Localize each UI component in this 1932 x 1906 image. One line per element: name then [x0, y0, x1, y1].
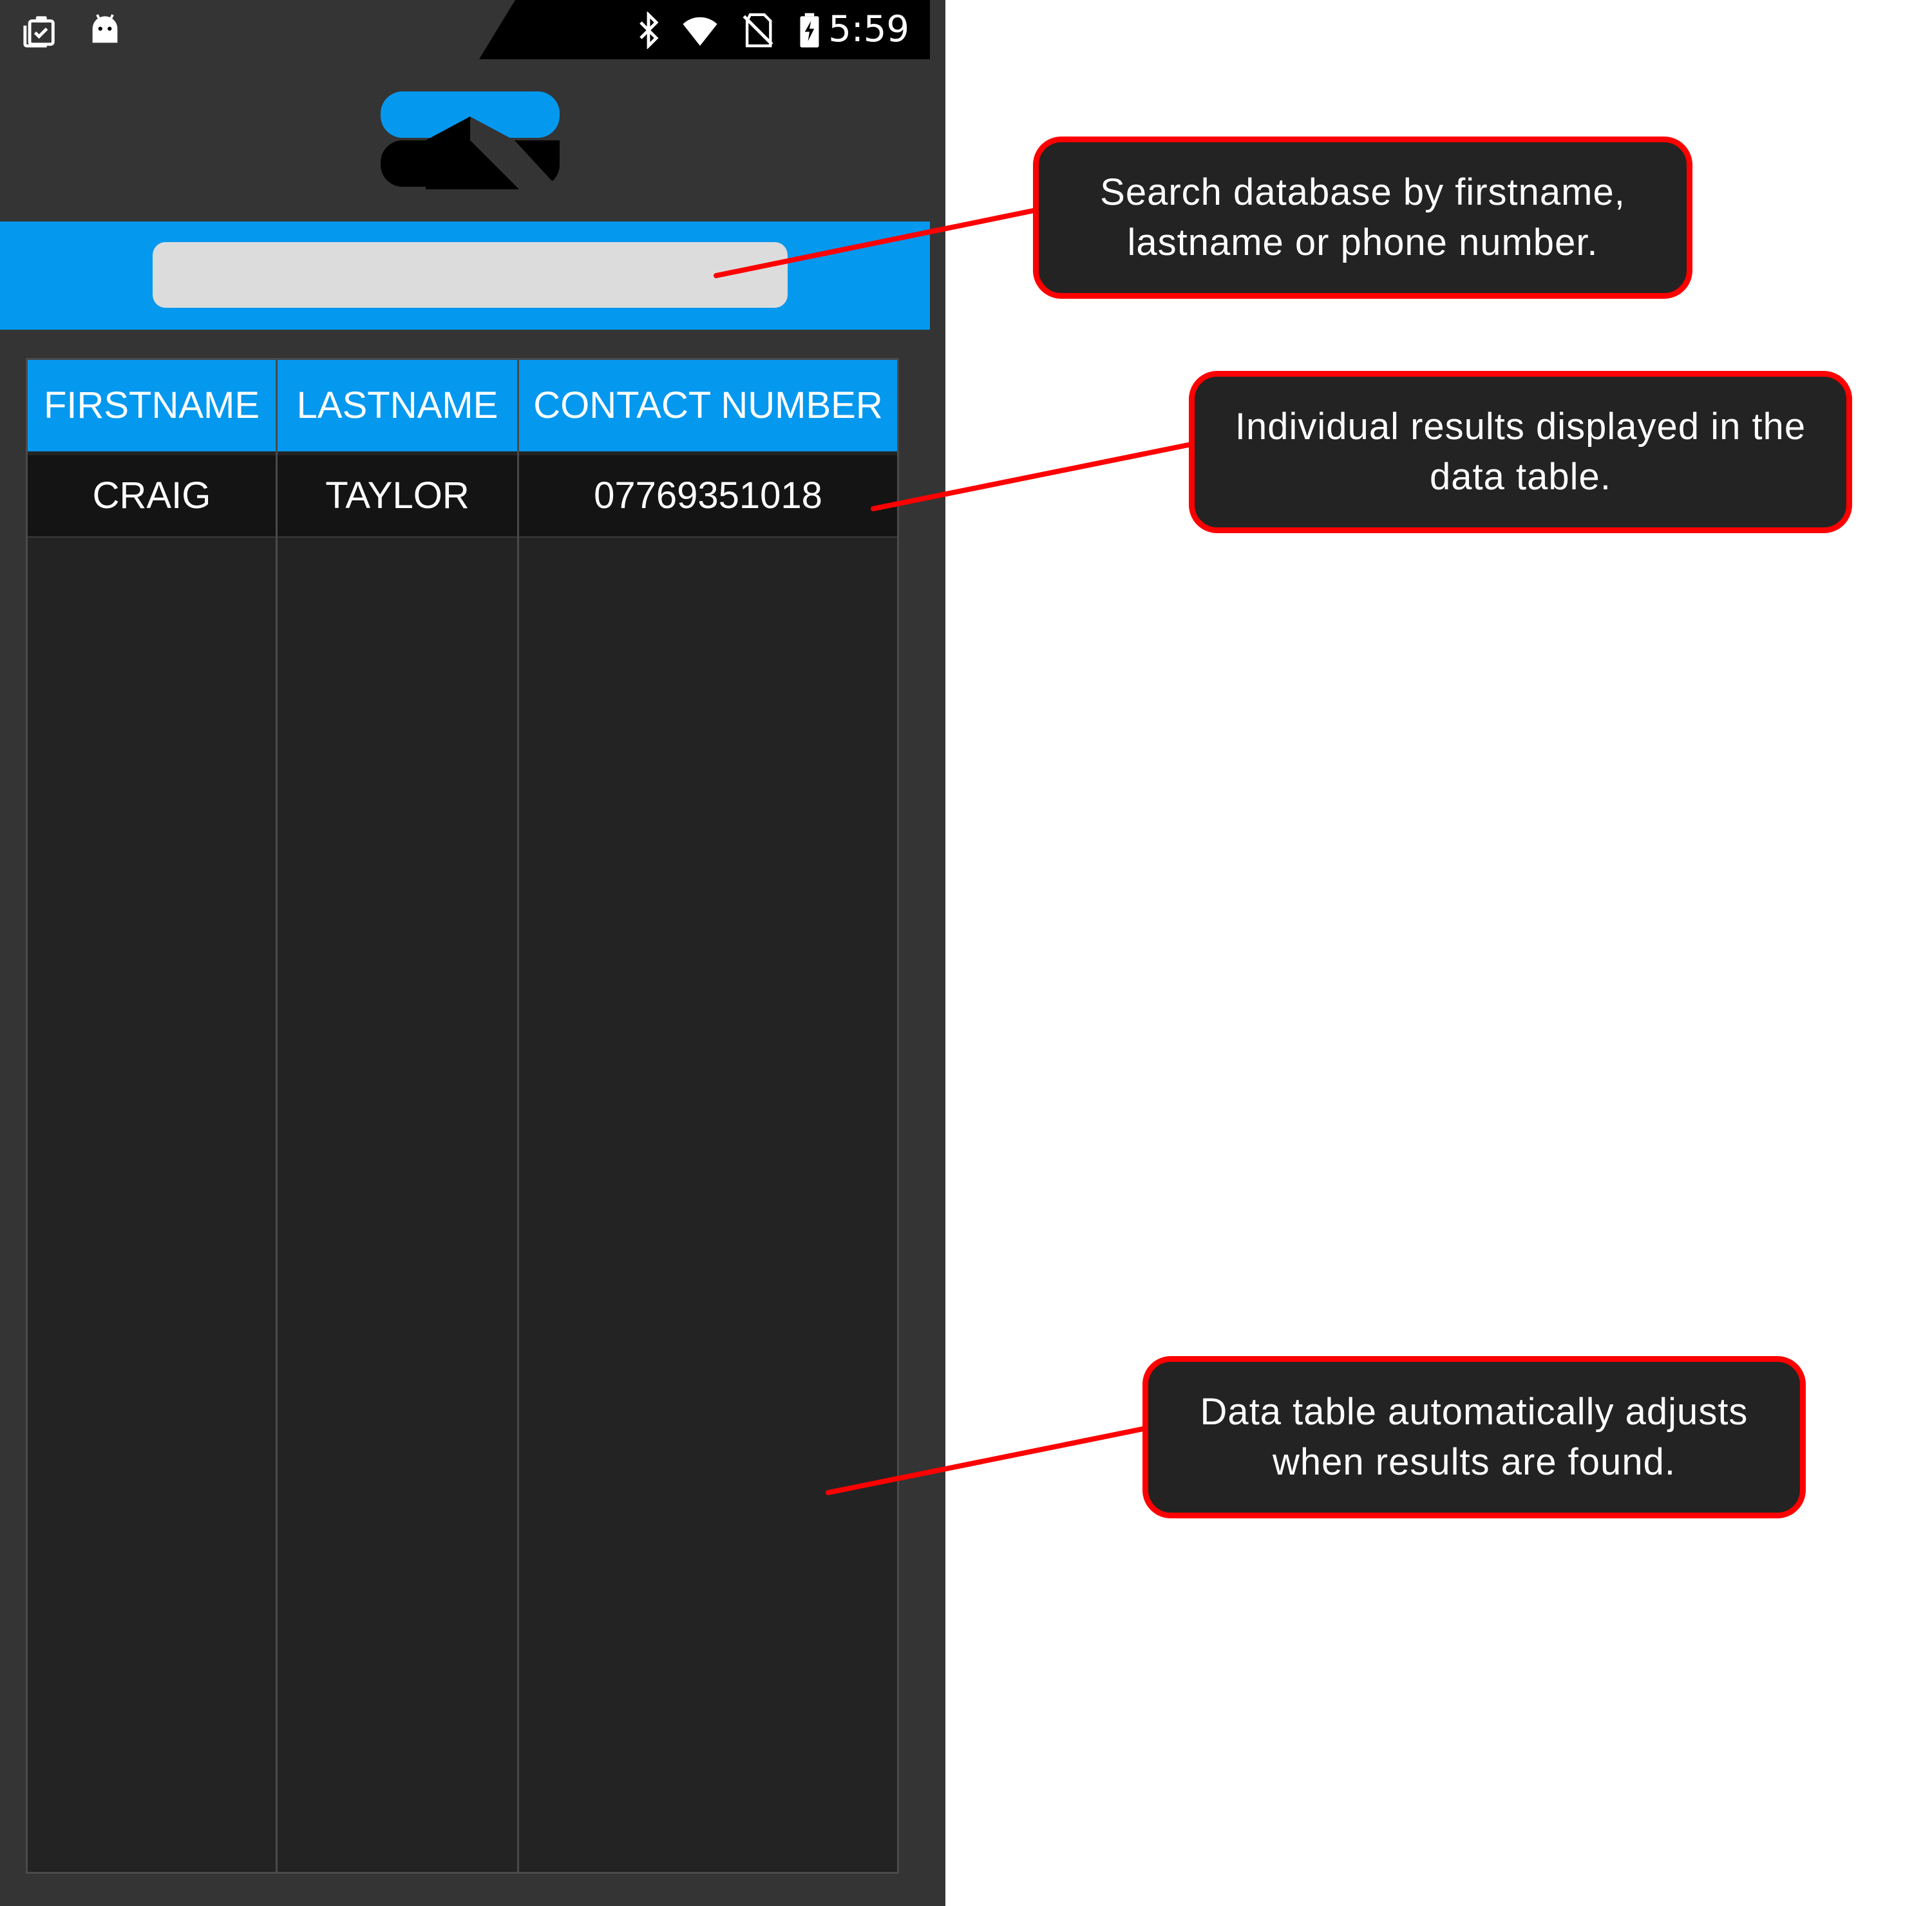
android-icon	[92, 14, 118, 43]
data-table: FIRSTNAME LASTNAME CONTACT NUMBER CRAIG …	[26, 358, 899, 1874]
column-header-contact-number[interactable]: CONTACT NUMBER	[519, 360, 897, 451]
battery-charging-icon	[800, 13, 819, 48]
wifi-icon	[683, 17, 717, 46]
column-header-lastname[interactable]: LASTNAME	[278, 360, 517, 451]
clipboard-check-icon	[23, 16, 55, 48]
status-bar-left-area	[0, 0, 515, 59]
status-time: 5:59	[828, 8, 909, 50]
app-logo	[381, 91, 560, 189]
cell-contact-number: 07769351018	[594, 475, 822, 516]
cell-lastname: TAYLOR	[325, 475, 469, 516]
no-sim-icon	[743, 13, 773, 48]
cell-firstname: CRAIG	[92, 475, 211, 516]
table-header: FIRSTNAME LASTNAME CONTACT NUMBER	[28, 360, 897, 451]
annotation-auto-adjust: Data table automatically adjusts when re…	[1142, 1356, 1806, 1518]
phone-screen: 5:59 FIRSTNAME LASTNAME CONTACT NUMBER C…	[0, 0, 945, 1906]
status-bar: 5:59	[0, 0, 930, 59]
table-row[interactable]: CRAIG TAYLOR 07769351018	[28, 455, 897, 538]
column-divider	[276, 360, 278, 1872]
annotation-results: Individual results displayed in the data…	[1189, 371, 1852, 533]
search-input[interactable]	[153, 242, 788, 308]
column-header-firstname[interactable]: FIRSTNAME	[28, 360, 276, 451]
search-bar	[0, 222, 930, 330]
annotation-search: Search database by firstname, lastname o…	[1033, 137, 1692, 299]
bluetooth-icon	[639, 12, 659, 49]
column-divider	[517, 360, 519, 1872]
